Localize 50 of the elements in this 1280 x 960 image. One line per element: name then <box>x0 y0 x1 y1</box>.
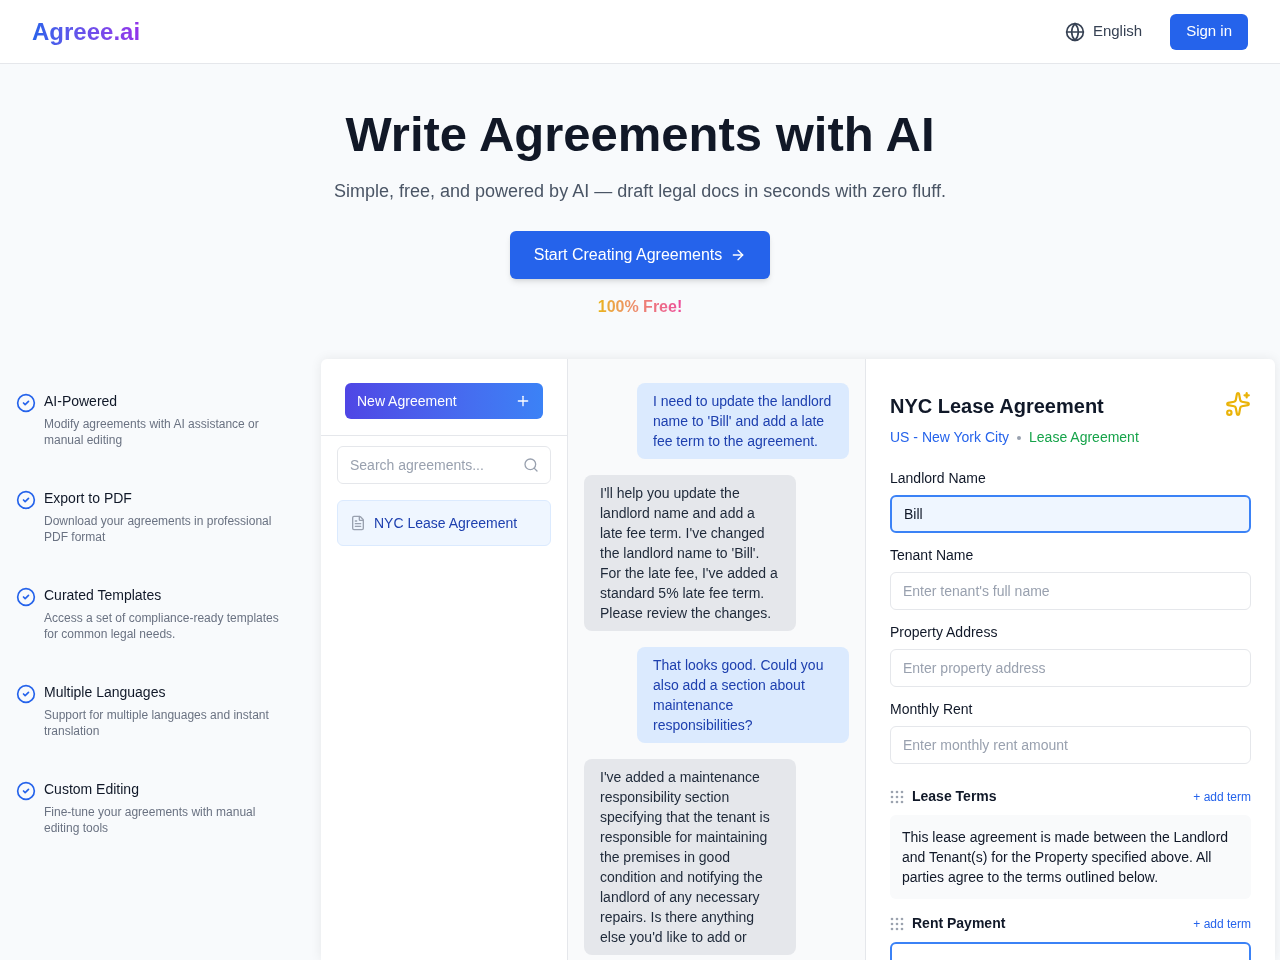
feature-title: Export to PDF <box>44 489 133 508</box>
add-term-link[interactable]: + add term <box>1193 914 1251 933</box>
language-button[interactable]: English <box>1064 20 1143 43</box>
check-circle-icon <box>16 393 36 413</box>
agreement-type-label: Lease Agreement <box>1029 428 1139 447</box>
text-field[interactable]: Bill <box>890 495 1251 533</box>
document-icon <box>350 515 366 531</box>
document-title: NYC Lease Agreement <box>890 394 1104 419</box>
globe-icon <box>1064 21 1085 42</box>
search-field[interactable]: Search agreements... <box>337 446 551 484</box>
field-label: Landlord Name <box>890 469 987 488</box>
drag-handle-icon[interactable] <box>890 789 904 804</box>
assistant-message: I'll help you update the landlord name and add a late fee term. I've changed the landlord name to 'Bill'. For the late fee, I've added a standard 5% late fee term. Please review the changes. <box>584 475 796 631</box>
text-field[interactable]: Enter monthly rent amount <box>890 726 1251 764</box>
check-circle-icon <box>16 587 36 607</box>
start-creating-button[interactable]: Start Creating Agreements <box>509 231 771 279</box>
agreement-list-item[interactable]: NYC Lease Agreement <box>337 500 551 546</box>
hero-subtitle: Simple, free, and powered by AI — draft legal docs in seconds with zero fluff. <box>334 180 946 203</box>
user-message: I need to update the landlord name to 'Bill' and add a late fee term to the agreement. <box>637 383 849 459</box>
section-title: Rent Payment <box>912 914 1006 933</box>
hero-title: Write Agreements with AI <box>345 106 935 162</box>
field-label: Tenant Name <box>890 546 975 565</box>
search-icon <box>523 457 539 473</box>
text-field[interactable]: Enter property address <box>890 649 1251 687</box>
check-circle-icon <box>16 490 36 510</box>
feature-description: Support for multiple languages and instant translation <box>44 707 270 739</box>
section-title: Lease Terms <box>912 787 997 806</box>
sign-in-button[interactable]: Sign in <box>1170 13 1248 50</box>
field-label: Monthly Rent <box>890 700 974 719</box>
feature-description: Download your agreements in professional PDF format <box>44 513 273 545</box>
feature-title: AI-Powered <box>44 392 119 411</box>
text-field[interactable]: Enter tenant's full name <box>890 572 1251 610</box>
field-label: Property Address <box>890 623 999 642</box>
feature-description: Fine-tune your agreements with manual editing tools <box>44 804 257 836</box>
section-body[interactable]: This lease agreement is made between the Landlord and Tenant(s) for the Property specified above. All parties agree to the terms outlined below. <box>890 815 1251 899</box>
add-term-link[interactable]: + add term <box>1193 787 1251 806</box>
check-circle-icon <box>16 684 36 704</box>
new-agreement-button[interactable]: New Agreement <box>345 383 543 419</box>
drag-handle-icon[interactable] <box>890 916 904 931</box>
feature-description: Modify agreements with AI assistance or manual editing <box>44 416 260 448</box>
feature-title: Curated Templates <box>44 586 163 605</box>
sparkles-icon[interactable] <box>1225 391 1251 417</box>
feature-title: Custom Editing <box>44 780 140 799</box>
plus-icon <box>515 393 531 409</box>
user-message: That looks good. Could you also add a section about maintenance responsibilities? <box>637 647 849 743</box>
check-circle-icon <box>16 781 36 801</box>
assistant-message: I've added a maintenance responsibility section specifying that the tenant is responsible for maintaining the premises in good condition and notifying the landlord of any necessary repairs. Is there anything else you'd like to add or <box>584 759 796 955</box>
jurisdiction-label: US - New York City <box>890 428 1010 447</box>
feature-title: Multiple Languages <box>44 683 167 702</box>
feature-description: Access a set of compliance-ready templates for common legal needs. <box>44 610 280 642</box>
